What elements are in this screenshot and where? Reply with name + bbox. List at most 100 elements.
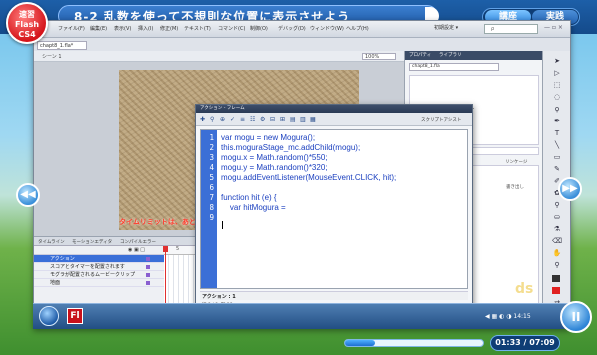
pencil-tool-icon[interactable]: ✎: [552, 165, 562, 174]
show-hints-icon[interactable]: ☷: [250, 116, 255, 123]
line-number: 5: [209, 173, 214, 182]
code-line: var hitMogura =: [221, 203, 286, 212]
menu-debug[interactable]: デバッグ(D): [278, 25, 306, 32]
help-search-input[interactable]: ρ: [484, 24, 538, 34]
tab-compile-errors[interactable]: コンパイルエラー: [120, 239, 156, 245]
line-tool-icon[interactable]: ╲: [552, 141, 562, 150]
code-line: mogu.x = Math.random()*550;: [221, 153, 328, 162]
selection-tool-icon[interactable]: ➤: [552, 57, 562, 66]
menu-help[interactable]: ヘルプ(H): [346, 25, 369, 32]
tab-library[interactable]: ライブラリ: [439, 52, 462, 58]
lasso-tool-icon[interactable]: ϙ: [552, 105, 562, 114]
actions-panel-title[interactable]: アクション - フレーム: [196, 105, 472, 113]
insert-target-icon[interactable]: ⊕: [220, 116, 225, 123]
previous-chapter-button[interactable]: ◀◀: [16, 183, 40, 207]
layer-color-swatch: [146, 281, 150, 285]
menu-view[interactable]: 表示(V): [114, 25, 131, 32]
tab-timeline[interactable]: タイムライン: [38, 239, 65, 245]
menu-window[interactable]: ウィンドウ(W): [310, 25, 344, 32]
playhead-handle[interactable]: [163, 246, 168, 252]
menu-control[interactable]: 制御(O): [250, 25, 268, 32]
hand-tool-icon[interactable]: ✋: [552, 249, 562, 258]
windows-taskbar: Fl ◀ ▦ ◐ ◑ 14:15: [33, 303, 571, 329]
pen-tool-icon[interactable]: ✒: [552, 117, 562, 126]
layer-toggle-icons[interactable]: ◉ ▣ □: [128, 247, 145, 253]
actions-toolbar: ✚ ⚲ ⊕ ✓ ≡ ☷ ⚙ ⊟ ⊞ ▤ ▥ ▦ スクリプトアシスト: [196, 113, 472, 126]
document-tab[interactable]: chapt8_1.fla*: [37, 41, 87, 50]
seek-bar-fill: [345, 340, 375, 346]
layer-color-swatch: [146, 257, 150, 261]
tab-motion-editor[interactable]: モーションエディタ: [72, 239, 112, 245]
actions-footer-tab[interactable]: アクション : 1: [200, 291, 468, 300]
collapse-icon[interactable]: ⊟: [270, 116, 275, 123]
comment-icon[interactable]: ▤: [290, 116, 296, 123]
layer-color-swatch: [146, 273, 150, 277]
layer-name: アクション: [50, 256, 75, 262]
toolbox-toggle-icon[interactable]: ▦: [310, 116, 316, 123]
menu-modify[interactable]: 修正(M): [160, 25, 178, 32]
code-line: mogu.addEventListener(MouseEvent.CLICK, …: [221, 173, 397, 182]
playback-time: 01:33 / 07:09: [490, 335, 560, 351]
layer-row[interactable]: アクション: [34, 255, 164, 263]
layer-row[interactable]: スコアとタイマーを配置されます: [34, 263, 164, 271]
logo-line-1: 速習: [19, 10, 35, 19]
line-number: 3: [209, 153, 214, 162]
eraser-tool-icon[interactable]: ⌫: [552, 237, 562, 246]
subselection-tool-icon[interactable]: ▷: [552, 69, 562, 78]
find-icon[interactable]: ⚲: [210, 116, 214, 123]
playhead-line: [165, 246, 166, 306]
course-logo: 速習 Flash CS4: [6, 2, 48, 44]
expand-icon[interactable]: ⊞: [280, 116, 285, 123]
frame-script-label: アクション : 1: [202, 294, 236, 300]
line-number: 9: [209, 213, 214, 222]
next-chapter-button[interactable]: ▶▶: [558, 177, 582, 201]
list-item[interactable]: 書き出し: [506, 184, 524, 190]
workspace-selector[interactable]: 初期設定 ▾: [434, 24, 472, 34]
library-document-select[interactable]: chapt8_1.fla: [409, 63, 499, 71]
tab-properties[interactable]: プロパティ: [409, 52, 431, 58]
background-watermark: ds: [515, 281, 534, 297]
menu-edit[interactable]: 編集(E): [90, 25, 107, 32]
window-controls[interactable]: — ▫ ×: [544, 24, 563, 31]
3d-rotation-tool-icon[interactable]: ◌: [552, 93, 562, 102]
system-tray[interactable]: ◀ ▦ ◐ ◑ 14:15: [485, 313, 531, 320]
menu-bar: ファイル(F) 編集(E) 表示(V) 挿入(I) 修正(M) テキスト(T) …: [34, 21, 570, 38]
line-number: 1: [209, 133, 214, 142]
menu-insert[interactable]: 挿入(I): [138, 25, 153, 32]
code-line: mogu.y = Math.random()*320;: [221, 163, 328, 172]
uncomment-icon[interactable]: ▥: [300, 116, 306, 123]
paint-bucket-tool-icon[interactable]: ⛀: [552, 213, 562, 222]
zoom-select[interactable]: 100%: [362, 53, 396, 60]
pause-button[interactable]: II: [560, 301, 592, 333]
bone-tool-icon[interactable]: ⚲: [552, 201, 562, 210]
check-syntax-icon[interactable]: ✓: [230, 116, 235, 123]
menu-commands[interactable]: コマンド(C): [218, 25, 245, 32]
layer-name: スコアとタイマーを配置されます: [50, 264, 125, 270]
logo-line-3: CS4: [18, 30, 36, 39]
line-number: 6: [209, 183, 214, 192]
menu-text[interactable]: テキスト(T): [184, 25, 211, 32]
add-item-icon[interactable]: ✚: [200, 116, 205, 123]
start-button[interactable]: [39, 306, 59, 326]
fill-color-swatch[interactable]: [552, 287, 560, 294]
line-number: 7: [209, 193, 214, 202]
layer-row[interactable]: モグラが配置されるムービークリップ: [34, 271, 164, 279]
zoom-tool-icon[interactable]: ⚲: [552, 261, 562, 270]
seek-bar[interactable]: [344, 339, 484, 347]
scene-label[interactable]: シーン 1: [42, 53, 62, 60]
flash-taskbar-button[interactable]: Fl: [67, 308, 83, 324]
auto-format-icon[interactable]: ≡: [240, 116, 245, 123]
stroke-color-swatch[interactable]: [552, 275, 560, 282]
script-assist-toggle[interactable]: スクリプトアシスト: [421, 117, 461, 123]
rectangle-tool-icon[interactable]: ▭: [552, 153, 562, 162]
text-tool-icon[interactable]: T: [552, 129, 562, 138]
edit-bar: シーン 1 100%: [34, 51, 404, 62]
script-editor[interactable]: 1 2 3 4 5 6 7 8 9 var mogu = new Mogura(…: [200, 129, 468, 289]
debug-options-icon[interactable]: ⚙: [260, 116, 265, 123]
menu-file[interactable]: ファイル(F): [58, 25, 85, 32]
code-line: var mogu = new Mogura();: [221, 133, 316, 142]
actions-panel: アクション - フレーム ✚ ⚲ ⊕ ✓ ≡ ☷ ⚙ ⊟ ⊞ ▤ ▥ ▦ スクリ…: [195, 104, 473, 310]
layer-row[interactable]: 地面: [34, 279, 164, 287]
eyedropper-tool-icon[interactable]: ⚗: [552, 225, 562, 234]
transform-tool-icon[interactable]: ⬚: [552, 81, 562, 90]
